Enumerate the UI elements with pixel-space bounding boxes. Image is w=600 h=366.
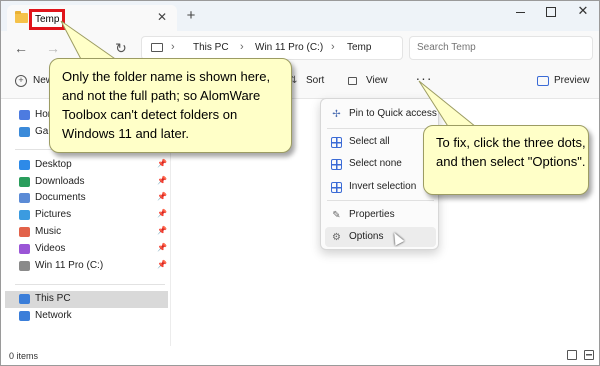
folder-icon [15, 11, 28, 23]
videos-icon [19, 244, 30, 254]
options-icon: ⚙ [332, 232, 341, 243]
more-options-menu: ✢ Pin to Quick access Select all Select … [320, 98, 439, 250]
new-tab-button[interactable]: + [184, 8, 198, 23]
preview-button[interactable]: Preview [554, 75, 590, 86]
pin-icon: ✢ [332, 109, 341, 120]
pin-icon: 📌 [157, 260, 167, 269]
callout-text: To fix, click the three dots, and then s… [436, 135, 586, 169]
network-icon [19, 311, 30, 321]
sidebar-item-videos[interactable]: Videos 📌 [5, 241, 168, 258]
pin-icon: 📌 [157, 226, 167, 235]
view-button[interactable]: View [366, 75, 388, 86]
preview-pane-icon [537, 76, 549, 86]
new-icon: + [15, 75, 27, 87]
breadcrumb-drive[interactable]: Win 11 Pro (C:) [255, 42, 323, 53]
sidebar-item-downloads[interactable]: Downloads 📌 [5, 174, 168, 191]
maximize-button[interactable] [541, 3, 561, 19]
title-bar: Temp ✕ + ✕ [1, 1, 599, 31]
sidebar-item-label: Downloads [35, 176, 85, 187]
close-tab-button[interactable]: ✕ [155, 10, 169, 24]
breadcrumb-separator: › [171, 41, 175, 53]
menu-item-select-none[interactable]: Select none [325, 154, 436, 174]
sidebar-item-label: Network [35, 310, 72, 321]
sidebar-divider [15, 284, 165, 285]
view-icon [348, 77, 357, 85]
menu-divider [327, 200, 434, 201]
menu-divider [327, 128, 434, 129]
this-pc-icon [151, 43, 163, 52]
breadcrumb[interactable]: › This PC › Win 11 Pro (C:) › Temp [141, 36, 403, 60]
refresh-button[interactable]: ↻ [113, 40, 129, 56]
search-input[interactable] [417, 42, 567, 53]
sidebar-item-network[interactable]: Network [5, 308, 168, 325]
sidebar-item-music[interactable]: Music 📌 [5, 224, 168, 241]
music-icon [19, 227, 30, 237]
tiles-view-icon[interactable] [584, 350, 594, 360]
documents-icon [19, 193, 30, 203]
pin-icon: 📌 [157, 159, 167, 168]
menu-item-pin-to-quick-access[interactable]: ✢ Pin to Quick access [325, 104, 437, 124]
sidebar-item-desktop[interactable]: Desktop 📌 [5, 157, 168, 174]
pin-icon: 📌 [157, 243, 167, 252]
menu-item-label: Pin to Quick access [349, 108, 437, 119]
invert-selection-icon [331, 182, 342, 193]
menu-item-label: Properties [349, 209, 395, 220]
sidebar-item-drive-c[interactable]: Win 11 Pro (C:) 📌 [5, 258, 168, 275]
forward-button[interactable]: → [45, 40, 61, 56]
sidebar-item-label: Music [35, 226, 62, 237]
details-view-icon[interactable] [567, 350, 577, 360]
downloads-icon [19, 177, 30, 187]
select-none-icon [331, 159, 342, 170]
sort-button[interactable]: Sort [306, 75, 324, 86]
drive-icon [19, 261, 30, 271]
sidebar-item-label: This PC [35, 293, 71, 304]
gallery-icon [19, 127, 30, 137]
sidebar-item-label: Documents [35, 192, 86, 203]
pin-icon: 📌 [157, 176, 167, 185]
status-bar: 0 items [1, 347, 599, 365]
breadcrumb-temp[interactable]: Temp [347, 42, 371, 53]
minimize-button[interactable] [511, 3, 531, 19]
pin-icon: 📌 [157, 209, 167, 218]
breadcrumb-this-pc[interactable]: This PC [193, 42, 229, 53]
pin-icon: 📌 [157, 192, 167, 201]
file-explorer-window: Temp ✕ + ✕ ← → ↑ ↻ › This PC › Win 11 Pr… [0, 0, 600, 366]
sidebar-item-label: Videos [35, 243, 66, 254]
up-button[interactable]: ↑ [81, 40, 97, 56]
menu-item-label: Select all [349, 136, 390, 147]
callout-folder-name: Only the folder name is shown here, and … [49, 58, 292, 153]
callout-text: Only the folder name is shown here, and … [62, 69, 271, 141]
sidebar-item-documents[interactable]: Documents 📌 [5, 190, 168, 207]
sidebar-item-label: Win 11 Pro (C:) [35, 260, 104, 271]
properties-icon: ✎ [332, 210, 341, 221]
search-box[interactable] [409, 36, 593, 60]
menu-item-invert-selection[interactable]: Invert selection [325, 177, 436, 197]
close-window-button[interactable]: ✕ [573, 3, 593, 19]
menu-item-select-all[interactable]: Select all [325, 132, 436, 152]
breadcrumb-separator: › [331, 41, 335, 53]
menu-item-options[interactable]: ⚙ Options [325, 227, 436, 247]
more-options-button[interactable]: ··· [413, 71, 435, 91]
tab-temp[interactable]: Temp ✕ [7, 5, 177, 31]
this-pc-icon [19, 294, 30, 304]
home-icon [19, 110, 30, 120]
breadcrumb-separator: › [240, 41, 244, 53]
tab-title: Temp [29, 9, 66, 30]
menu-item-label: Options [349, 231, 384, 242]
pictures-icon [19, 210, 30, 220]
back-button[interactable]: ← [13, 40, 29, 56]
menu-item-properties[interactable]: ✎ Properties [325, 205, 436, 225]
sidebar-item-this-pc[interactable]: This PC [5, 291, 168, 308]
item-count: 0 items [9, 351, 39, 361]
desktop-icon [19, 160, 30, 170]
sidebar-item-label: Desktop [35, 159, 72, 170]
menu-item-label: Invert selection [349, 181, 417, 192]
menu-item-label: Select none [349, 158, 402, 169]
sidebar-item-pictures[interactable]: Pictures 📌 [5, 207, 168, 224]
sidebar-item-label: Pictures [35, 209, 72, 220]
callout-fix-instructions: To fix, click the three dots, and then s… [423, 125, 589, 195]
select-all-icon [331, 137, 342, 148]
